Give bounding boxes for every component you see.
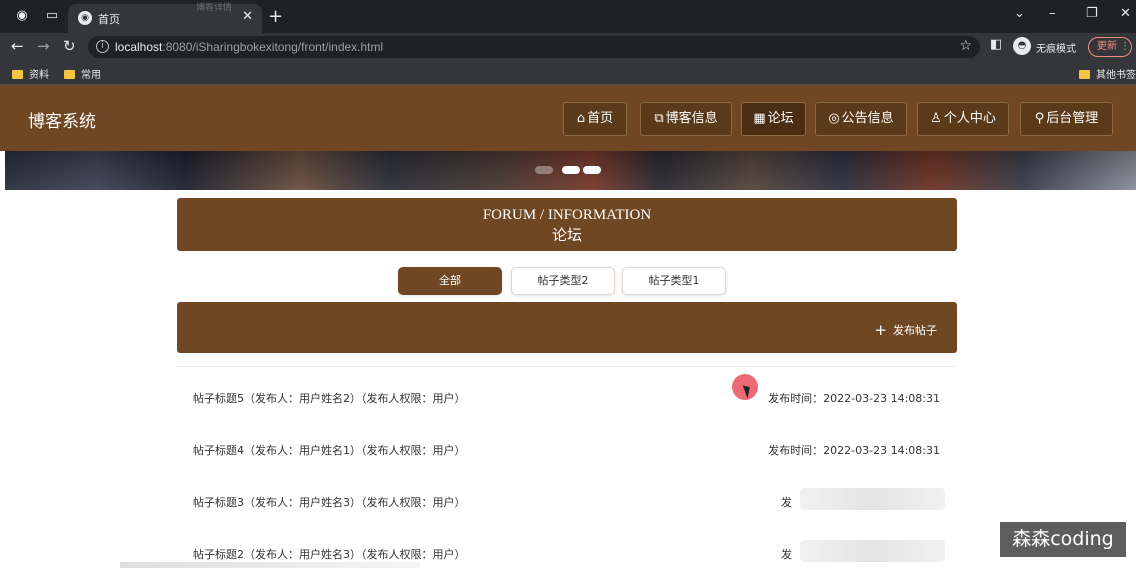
nav-blog-info[interactable]: ⧉ 博客信息 [640, 102, 732, 136]
nav-admin[interactable]: ⚲ 后台管理 [1020, 102, 1113, 136]
post-title[interactable]: 帖子标题5（发布人：用户姓名2）（发布人权限：用户） [193, 390, 466, 406]
nav-announcements[interactable]: ◎ 公告信息 [815, 102, 907, 136]
folder-icon [1079, 70, 1090, 79]
nav-home[interactable]: ⌂ 首页 [563, 102, 627, 136]
post-action-bar: + 发布帖子 [177, 302, 957, 353]
blurred-region [800, 488, 945, 510]
browser-menu-icon[interactable]: ◉ [14, 8, 30, 24]
carousel-dot-2[interactable] [562, 166, 580, 174]
tab-search-icon[interactable]: ⌄ [1014, 6, 1025, 21]
forward-icon[interactable]: → [37, 37, 50, 55]
filter-type-2[interactable]: 帖子类型2 [511, 267, 615, 295]
forum-title-bar: FORUM / INFORMATION 论坛 [177, 198, 957, 251]
watermark: 森森coding [1000, 522, 1126, 557]
nav-forum[interactable]: ▦ 论坛 [741, 102, 806, 136]
other-bookmarks[interactable]: 其他书签 [1079, 66, 1136, 81]
forum-title-cn: 论坛 [551, 228, 582, 244]
filter-all[interactable]: 全部 [398, 267, 502, 295]
post-row[interactable]: 帖子标题5（发布人：用户姓名2）（发布人权限：用户） 发布时间：2022-03-… [177, 370, 957, 422]
tab-title: 首页 [98, 14, 120, 26]
banner-carousel[interactable] [5, 151, 1136, 190]
url-text: localhost:8080/iSharingbokexitong/front/… [115, 40, 384, 54]
home-icon: ⌂ [576, 111, 586, 126]
incognito-label: 无痕模式 [1036, 44, 1076, 55]
book-icon: ⧉ [654, 111, 664, 126]
browser-toolbar: ← → ↻ i localhost:8080/iSharingbokexiton… [0, 33, 1136, 61]
filter-type-1[interactable]: 帖子类型1 [622, 267, 726, 295]
link-icon: ⚲ [1034, 111, 1045, 126]
user-icon: ♙ [930, 111, 942, 126]
folder-icon [12, 70, 23, 79]
overlay-ghost-text: 博客详情 [196, 3, 233, 13]
site-header: 博客系统 ⌂ 首页 ⧉ 博客信息 ▦ 论坛 ◎ 公告信息 ♙ 个人中心 ⚲ 后台管理 [0, 85, 1136, 151]
blurred-region [120, 562, 420, 568]
back-icon[interactable]: ← [11, 37, 24, 55]
bookmark-folder-1[interactable]: 资料 [12, 66, 49, 81]
bookmark-star-icon[interactable]: ☆ [959, 38, 972, 54]
active-tab[interactable]: ◉ 首页 ✕ [68, 4, 262, 33]
publish-post-button[interactable]: + 发布帖子 [874, 321, 937, 339]
post-title[interactable]: 帖子标题2（发布人：用户姓名3）（发布人权限：用户） [193, 546, 466, 562]
minimize-icon[interactable]: – [1049, 6, 1056, 21]
post-date: 发 [781, 548, 792, 561]
plus-icon: + [874, 321, 887, 339]
announcement-icon: ◎ [828, 111, 840, 126]
new-tab-icon[interactable]: + [268, 6, 283, 27]
post-row[interactable]: 帖子标题4（发布人：用户姓名1）（发布人权限：用户） 发布时间：2022-03-… [177, 422, 957, 474]
forum-title-en: FORUM / INFORMATION [482, 207, 652, 223]
tab-overview-icon[interactable]: ▭ [44, 8, 60, 24]
carousel-dot-1[interactable] [535, 166, 553, 174]
post-title[interactable]: 帖子标题3（发布人：用户姓名3）（发布人权限：用户） [193, 494, 466, 510]
post-title[interactable]: 帖子标题4（发布人：用户姓名1）（发布人权限：用户） [193, 442, 466, 458]
side-panel-icon[interactable]: ◧ [990, 37, 1002, 52]
nav-user-center[interactable]: ♙ 个人中心 [917, 102, 1009, 136]
post-date: 发 [781, 496, 792, 509]
site-info-icon[interactable]: i [96, 40, 109, 53]
screen: ◉ ▭ ◉ 首页 ✕ 博客详情 + ⌄ – ❐ ✕ ← → ↻ i localh… [0, 0, 1136, 568]
blurred-region [800, 540, 945, 562]
bookmarks-bar: 资料 常用 其他书签 [0, 61, 1136, 85]
address-bar[interactable]: i localhost:8080/iSharingbokexitong/fron… [88, 36, 980, 58]
update-button[interactable]: 更新 ⋮ [1088, 37, 1132, 57]
carousel-dot-3[interactable] [583, 166, 601, 174]
incognito-icon: ◓ [1013, 37, 1031, 55]
browser-tab-bar: ◉ ▭ ◉ 首页 ✕ 博客详情 + ⌄ – ❐ ✕ [0, 0, 1136, 33]
bookmark-folder-2[interactable]: 常用 [64, 66, 101, 81]
forum-icon: ▦ [753, 111, 766, 126]
site-logo[interactable]: 博客系统 [28, 107, 96, 132]
folder-icon [64, 70, 75, 79]
tab-close-icon[interactable]: ✕ [242, 9, 253, 24]
post-date: 发布时间：2022-03-23 14:08:31 [768, 392, 940, 405]
reload-icon[interactable]: ↻ [63, 37, 76, 55]
restore-icon[interactable]: ❐ [1086, 6, 1098, 21]
post-date: 发布时间：2022-03-23 14:08:31 [768, 444, 940, 457]
close-window-icon[interactable]: ✕ [1120, 6, 1131, 21]
tab-favicon-icon: ◉ [78, 11, 92, 25]
